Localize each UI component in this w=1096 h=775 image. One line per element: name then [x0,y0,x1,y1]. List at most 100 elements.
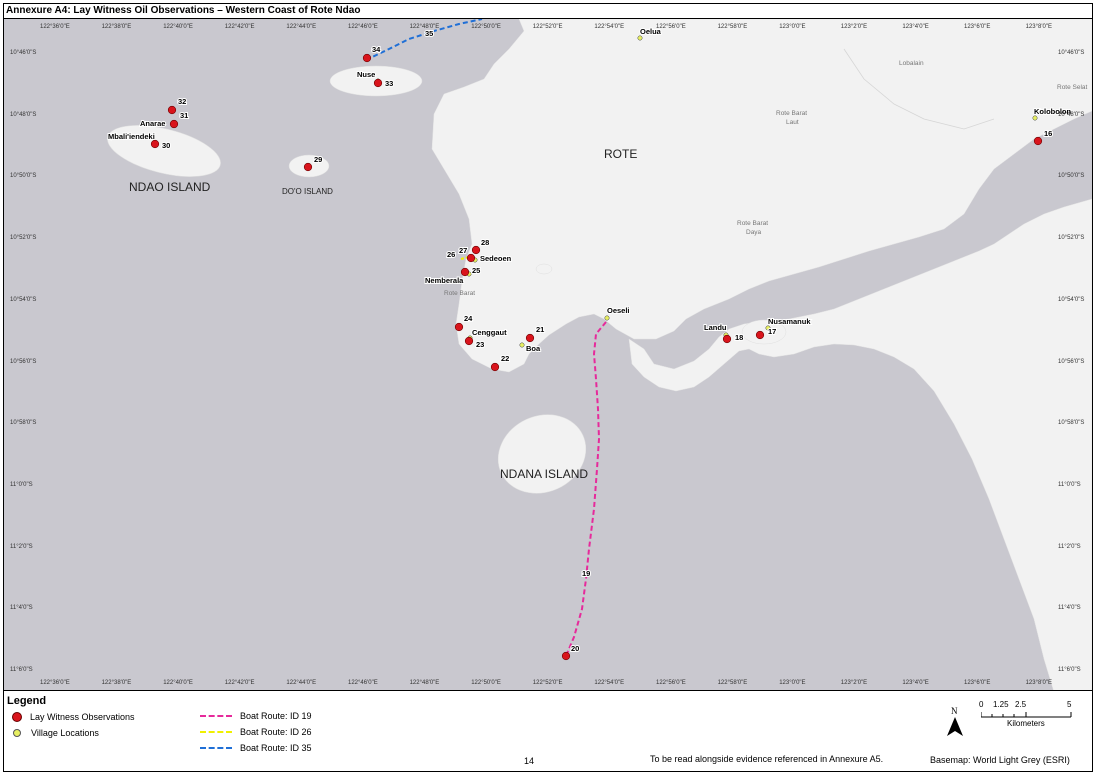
village-marker[interactable] [637,35,643,41]
scale-unit: Kilometers [1007,719,1045,728]
village-label: Boa [526,344,541,353]
observation-marker[interactable] [169,119,179,129]
route-19-swatch [200,715,232,717]
longitude-tick-label: 122°40'0"E [163,24,193,30]
longitude-tick-label: 123°2'0"E [840,680,868,686]
observation-marker[interactable] [722,334,732,344]
basemap-credit: Basemap: World Light Grey (ESRI) [930,755,1070,765]
latitude-tick-label: 10°52'0"S [1058,235,1085,242]
scale-tick-3: 5 [1067,700,1072,709]
route-26-swatch [200,731,232,733]
longitude-tick-label: 122°50'0"E [471,24,501,30]
latitude-tick-label: 10°56'0"S [10,358,37,365]
legend-panel: Legend Lay Witness Observations Village … [4,692,1092,772]
label-ndana: NDANA ISLAND [500,467,588,481]
village-label: Nuse [357,70,375,79]
observation-label: 28 [481,238,489,247]
village-label: Landu [704,323,727,332]
village-label: Sedeoen [480,254,512,263]
boat-route-19 [565,321,607,657]
north-label: N [951,706,958,716]
longitude-tick-label: 122°56'0"E [656,24,686,30]
observation-marker[interactable] [561,651,571,661]
north-arrow: N [944,704,966,740]
label-rote: ROTE [604,147,637,161]
observation-marker[interactable] [454,322,464,332]
label-rbd-2: Daya [746,229,762,236]
longitude-tick-label: 122°56'0"E [656,680,686,686]
observation-label: 18 [735,333,743,342]
longitude-tick-label: 122°42'0"E [224,24,255,30]
observation-marker[interactable] [466,253,476,263]
longitude-tick-label: 123°2'0"E [840,24,868,30]
village-swatch [13,729,21,737]
longitude-tick-label: 122°50'0"E [471,680,501,686]
map-canvas[interactable]: ROTE NDAO ISLAND DO'O ISLAND NDANA ISLAN… [4,18,1092,691]
observation-marker[interactable] [373,78,383,88]
observation-marker[interactable] [362,53,372,63]
observation-marker[interactable] [471,245,481,255]
latitude-tick-label: 11°2'0"S [10,543,33,550]
legend-route-35-label: Boat Route: ID 35 [240,743,312,753]
longitude-tick-label: 123°8'0"E [1025,24,1052,30]
map-title: Annexure A4: Lay Witness Oil Observation… [6,5,361,16]
observation-label: 27 [459,246,467,255]
longitude-tick-label: 123°4'0"E [902,680,929,686]
observation-label: 16 [1044,129,1052,138]
observation-label: 30 [162,141,170,150]
village-label: Anarae [140,119,165,128]
longitude-tick-label: 123°4'0"E [902,24,929,30]
village-label: Oeseli [607,306,630,315]
observation-label: 25 [472,266,480,275]
longitude-tick-label: 122°54'0"E [594,24,625,30]
latitude-tick-label: 11°4'0"S [10,605,33,612]
route-35-swatch [200,747,232,749]
label-lobalain: Lobalain [899,60,924,67]
latitude-tick-label: 11°2'0"S [1058,543,1081,550]
latitude-tick-label: 10°56'0"S [1058,358,1085,365]
observation-marker[interactable] [460,267,470,277]
village-label: Nusamanuk [768,317,811,326]
map-svg: ROTE NDAO ISLAND DO'O ISLAND NDANA ISLAN… [107,19,1092,690]
legend-route-35: Boat Route: ID 35 [200,743,312,753]
latitude-tick-label: 10°54'0"S [10,296,37,303]
latitude-tick-label: 10°52'0"S [10,235,37,242]
scale-tick-2: 2.5 [1015,700,1027,709]
longitude-tick-label: 122°44'0"E [286,24,317,30]
observation-label: 20 [571,644,579,653]
observation-marker[interactable] [464,336,474,346]
observation-marker[interactable] [303,162,313,172]
village-marker[interactable] [519,342,525,348]
scale-bar-graphic [981,712,1072,718]
longitude-tick-label: 122°48'0"E [409,680,440,686]
observation-label: 19 [582,569,590,578]
observation-label: 26 [447,250,455,259]
observation-label: 34 [372,45,381,54]
latitude-tick-label: 10°50'0"S [1058,173,1085,180]
longitude-tick-label: 122°44'0"E [286,680,317,686]
longitude-tick-label: 122°52'0"E [532,24,563,30]
observation-marker[interactable] [525,333,535,343]
village-marker[interactable] [604,315,610,321]
village-marker[interactable] [1032,115,1038,121]
legend-villages: Village Locations [13,728,99,738]
observation-marker[interactable] [1033,136,1043,146]
legend-observations-label: Lay Witness Observations [30,712,135,722]
observation-marker[interactable] [167,105,177,115]
latitude-tick-label: 11°4'0"S [1058,605,1081,612]
legend-villages-label: Village Locations [31,728,99,738]
observation-marker[interactable] [490,362,500,372]
longitude-tick-label: 123°6'0"E [964,24,991,30]
legend-route-26: Boat Route: ID 26 [200,727,312,737]
latitude-tick-label: 11°6'0"S [10,667,33,673]
observation-label: 23 [476,340,484,349]
observation-marker[interactable] [755,330,765,340]
legend-title: Legend [7,695,47,707]
label-rbd-1: Rote Barat [737,220,768,227]
latitude-tick-label: 11°0'0"S [10,481,33,488]
observation-marker[interactable] [150,139,160,149]
observation-label: 33 [385,79,393,88]
islet-bay [535,263,553,275]
longitude-tick-label: 122°52'0"E [532,680,563,686]
latitude-tick-label: 11°0'0"S [1058,481,1081,488]
